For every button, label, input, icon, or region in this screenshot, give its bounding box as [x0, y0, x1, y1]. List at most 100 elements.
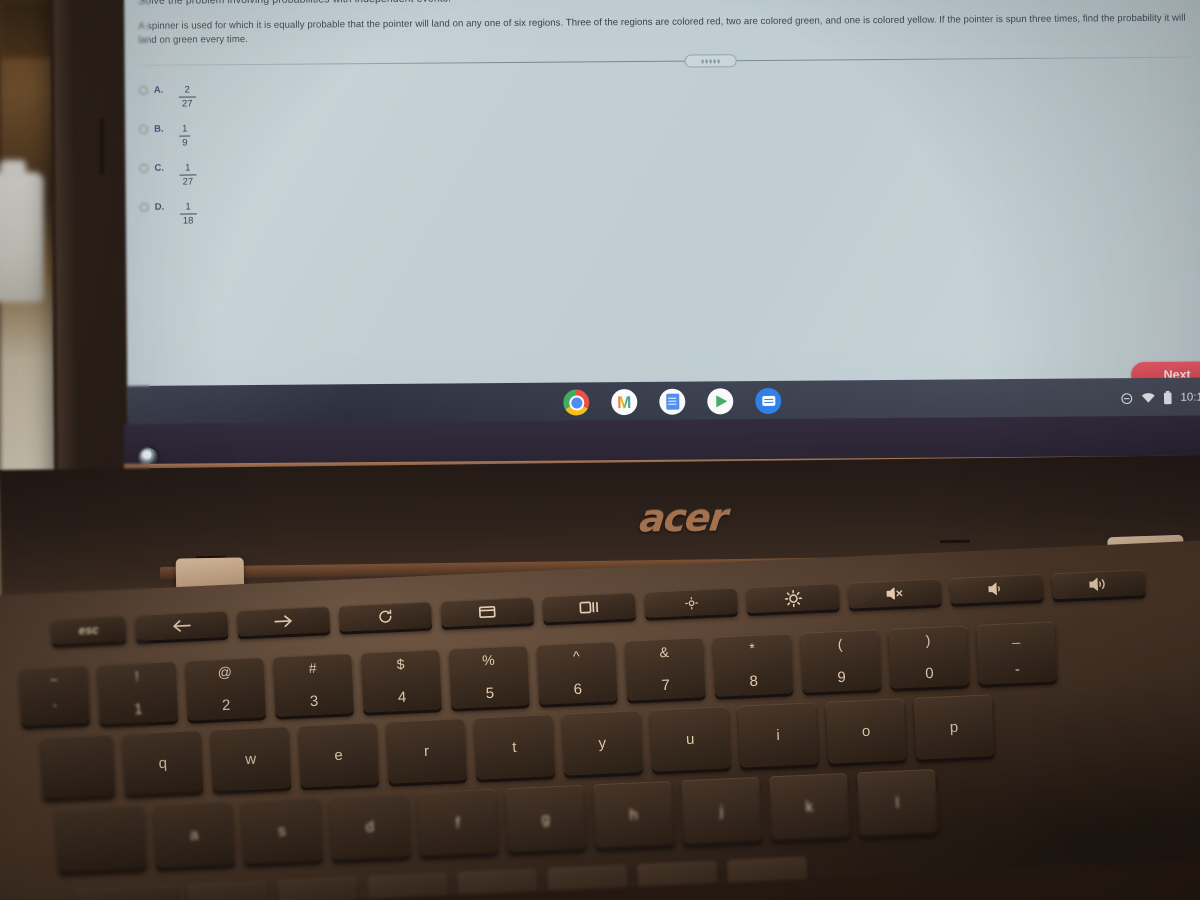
key-r[interactable]: r: [386, 718, 467, 784]
key-7[interactable]: & 7: [624, 637, 706, 701]
key-base-label: 3: [309, 692, 319, 711]
key-f[interactable]: f: [417, 788, 499, 857]
messages-app-icon[interactable]: [755, 387, 782, 415]
system-tray[interactable]: 10:12: [1120, 377, 1200, 418]
fraction-d: 1 18: [179, 201, 197, 227]
key-x[interactable]: [277, 877, 360, 900]
fraction-bar: [179, 135, 191, 137]
key-w[interactable]: w: [210, 726, 292, 792]
key-volume-down[interactable]: [950, 573, 1044, 604]
key-shift-left[interactable]: [73, 885, 180, 900]
deck-vent-right: [939, 539, 971, 544]
key-l[interactable]: l: [856, 768, 938, 837]
key-shift-label: *: [749, 639, 756, 657]
key-search[interactable]: [55, 804, 147, 873]
key-n[interactable]: [636, 860, 720, 900]
fraction-c: 1 27: [179, 162, 197, 188]
key-y[interactable]: y: [561, 710, 643, 776]
key-j[interactable]: j: [681, 776, 762, 845]
fraction-b: 1 9: [179, 123, 191, 149]
key-z[interactable]: [187, 881, 270, 900]
key-3[interactable]: # 3: [273, 653, 354, 717]
photo-scene: Solve the problem involving probabilitie…: [0, 0, 1200, 900]
clock-time[interactable]: 10:12: [1180, 391, 1200, 403]
key-fullscreen[interactable]: [440, 596, 534, 628]
key-a[interactable]: a: [153, 800, 235, 869]
key-base-label: -: [1014, 660, 1021, 679]
key-backtick[interactable]: ~ `: [19, 665, 90, 727]
fraction-bar: [179, 213, 197, 215]
key-mute[interactable]: [848, 578, 942, 609]
fraction-denominator: 27: [182, 176, 194, 188]
key-base-label: 0: [924, 664, 935, 683]
key-8[interactable]: * 8: [712, 633, 794, 697]
key-minus[interactable]: _ -: [976, 621, 1057, 685]
choice-letter-a: A.: [153, 84, 164, 96]
acer-brand-logo: acer: [637, 495, 730, 541]
key-g[interactable]: g: [505, 784, 587, 853]
key-h[interactable]: h: [593, 780, 674, 849]
key-e[interactable]: e: [298, 722, 379, 788]
key-brightness-down[interactable]: [644, 587, 738, 618]
key-t[interactable]: t: [474, 714, 555, 780]
chrome-app-icon[interactable]: [563, 389, 590, 416]
key-c[interactable]: [367, 873, 450, 900]
key-p[interactable]: p: [913, 694, 995, 760]
key-u[interactable]: u: [649, 706, 731, 772]
radio-button-d[interactable]: [139, 202, 149, 212]
key-v[interactable]: [457, 869, 540, 900]
key-2[interactable]: @ 2: [185, 657, 266, 721]
key-6[interactable]: ^ 6: [536, 641, 618, 705]
key-5[interactable]: % 5: [448, 645, 530, 709]
key-volume-up[interactable]: [1052, 569, 1146, 600]
play-store-app-icon[interactable]: [707, 388, 734, 415]
divider-line: [138, 56, 1191, 66]
radio-button-c[interactable]: [139, 163, 149, 173]
gmail-app-icon[interactable]: M: [611, 388, 638, 416]
key-shift-label: _: [1011, 627, 1021, 645]
key-shift-label: @: [217, 663, 233, 681]
radio-button-b[interactable]: [139, 124, 149, 134]
key-back[interactable]: [135, 610, 229, 641]
key-reload[interactable]: [338, 601, 432, 632]
key-forward[interactable]: [236, 606, 331, 637]
key-brightness-up[interactable]: [746, 583, 840, 614]
wifi-icon[interactable]: [1141, 392, 1155, 404]
key-shift-label: &: [659, 643, 670, 661]
lid-left-edge: [53, 0, 79, 497]
battery-icon[interactable]: [1163, 390, 1172, 405]
key-overview[interactable]: [542, 592, 636, 623]
key-s[interactable]: s: [241, 796, 323, 865]
key-q[interactable]: q: [122, 730, 204, 796]
answer-choice-d[interactable]: D. 1 18: [139, 194, 1198, 227]
key-0[interactable]: ) 0: [888, 625, 970, 689]
fraction-numerator: 1: [185, 201, 191, 213]
answer-choice-a[interactable]: A. 2 27: [138, 77, 1197, 110]
key-tab[interactable]: [40, 734, 116, 800]
radio-button-a[interactable]: [138, 85, 148, 95]
divider-drag-handle[interactable]: [684, 54, 737, 68]
do-not-disturb-icon[interactable]: [1120, 392, 1133, 405]
key-4[interactable]: $ 4: [360, 649, 442, 713]
key-b[interactable]: [546, 864, 630, 900]
background-container: [0, 160, 44, 302]
messages-bubble-glyph: [761, 395, 775, 407]
docs-app-icon[interactable]: [659, 388, 686, 415]
key-shift-label: %: [481, 651, 496, 669]
key-1[interactable]: ! 1: [97, 661, 178, 725]
laptop-keyboard: esc ~ ` ! 1 @ 2 # 3 $ 4 % 5 ^ 6 & 7 * 8 …: [0, 539, 1200, 900]
key-k[interactable]: k: [768, 772, 850, 841]
key-m[interactable]: [726, 856, 809, 900]
key-esc[interactable]: esc: [51, 615, 127, 645]
fraction-numerator: 2: [184, 84, 190, 96]
key-9[interactable]: ( 9: [800, 629, 882, 693]
key-i[interactable]: i: [737, 702, 819, 768]
answer-choice-b[interactable]: B. 1 9: [139, 116, 1197, 149]
key-o[interactable]: o: [825, 698, 907, 764]
key-base-label: 1: [133, 700, 143, 719]
question-text: A spinner is used for which it is equall…: [138, 12, 1186, 46]
fraction-denominator: 9: [182, 137, 188, 149]
answer-choice-c[interactable]: C. 1 27: [139, 155, 1197, 188]
fraction-denominator: 27: [181, 98, 193, 110]
key-d[interactable]: d: [329, 792, 411, 861]
